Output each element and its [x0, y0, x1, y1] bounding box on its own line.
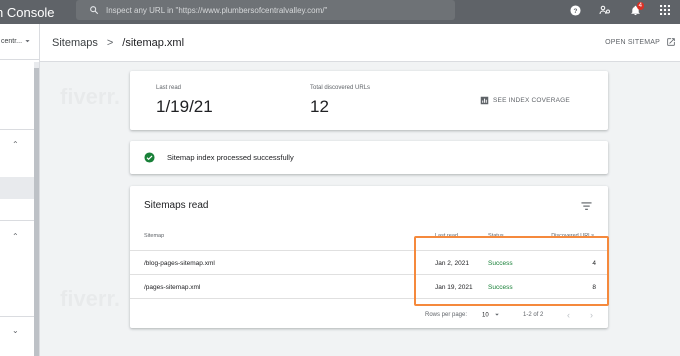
svg-text:?: ? [573, 7, 577, 14]
status-banner-text: Sitemap index processed successfully [167, 153, 294, 162]
dropdown-arrow-icon [25, 40, 30, 43]
row-sitemap: /pages-sitemap.xml [144, 284, 201, 291]
previous-page-icon[interactable]: ‹ [567, 310, 570, 320]
top-icons: ? 4 [560, 0, 680, 20]
property-selector[interactable]: centr... [0, 24, 39, 60]
last-read-value: 1/19/21 [156, 97, 213, 116]
notification-badge: 4 [636, 1, 644, 10]
breadcrumb-sitemaps[interactable]: Sitemaps [52, 37, 98, 49]
open-in-new-icon [667, 38, 675, 46]
chevron-up-icon[interactable]: ⌃ [12, 232, 19, 241]
rows-per-page-select[interactable]: 10 [482, 312, 500, 319]
last-read-label: Last read [156, 85, 182, 91]
row-sitemap: /blog-pages-sitemap.xml [144, 260, 215, 267]
summary-card: Last read 1/19/21 Total discovered URLs … [130, 71, 608, 130]
top-bar: n Console ? 4 [0, 0, 680, 24]
page-title: /sitemap.xml [122, 36, 185, 49]
sidebar-divider [0, 316, 34, 317]
sidebar-divider [0, 129, 34, 130]
apps-grid-icon[interactable] [650, 5, 680, 15]
pagination-range: 1-2 of 2 [523, 312, 544, 318]
chevron-down-icon[interactable]: ⌄ [12, 326, 19, 335]
notifications-icon[interactable]: 4 [620, 1, 650, 16]
url-inspection-search[interactable] [76, 0, 455, 20]
left-sidebar: centr... ⌃ ⌃ ⌄ [0, 24, 40, 356]
next-page-icon[interactable]: › [590, 310, 593, 320]
dropdown-arrow-icon [495, 313, 500, 316]
discovered-urls-value: 12 [310, 97, 329, 116]
watermark: fiverr. [60, 84, 120, 110]
breadcrumb-separator: > [106, 36, 114, 49]
see-index-coverage-label: SEE INDEX COVERAGE [493, 97, 570, 104]
annotation-highlight-box [414, 236, 609, 306]
open-sitemap-label: OPEN SITEMAP [605, 38, 660, 46]
search-icon [84, 5, 104, 15]
watermark: fiverr. [60, 286, 120, 312]
help-icon[interactable]: ? [560, 4, 590, 16]
see-index-coverage-link[interactable]: SEE INDEX COVERAGE [480, 96, 570, 105]
sidebar-scrollbar-thumb[interactable] [34, 68, 39, 356]
filter-icon[interactable] [581, 198, 592, 216]
open-sitemap-button[interactable]: OPEN SITEMAP [605, 37, 676, 47]
status-banner: Sitemap index processed successfully [130, 141, 608, 174]
column-header-sitemap[interactable]: Sitemap [144, 233, 164, 239]
chevron-up-icon[interactable]: ⌃ [12, 140, 19, 149]
manage-users-icon[interactable] [590, 4, 620, 16]
check-circle-icon [144, 152, 155, 163]
rows-per-page-value: 10 [482, 312, 489, 319]
sidebar-divider [0, 220, 34, 221]
property-label: centr... [1, 38, 23, 45]
search-input[interactable] [106, 5, 406, 15]
page-header: Sitemaps > /sitemap.xml OPEN SITEMAP [40, 24, 680, 62]
sidebar-item-sitemaps[interactable] [0, 177, 34, 199]
discovered-urls-label: Total discovered URLs [310, 85, 371, 91]
app-title[interactable]: n Console [0, 5, 76, 20]
sitemaps-read-title: Sitemaps read [144, 200, 209, 211]
bar-chart-icon [480, 96, 489, 105]
rows-per-page-label: Rows per page: [425, 312, 468, 318]
